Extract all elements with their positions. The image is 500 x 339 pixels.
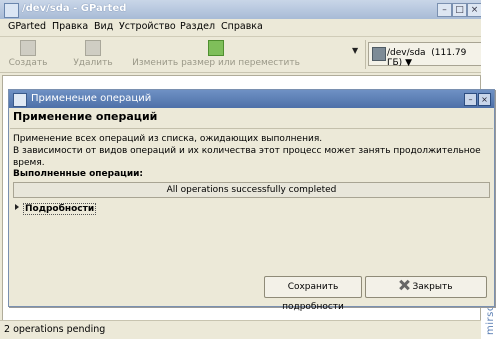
expander-arrow-icon (15, 204, 19, 210)
details-label: Подробности (23, 203, 97, 215)
dialog-titlebar[interactable]: Применение операций – × (9, 90, 494, 108)
new-partition-icon (20, 40, 36, 56)
hard-disk-icon (372, 47, 386, 61)
menu-device[interactable]: Устройство (119, 21, 176, 32)
operations-progress-bar: All operations successfully completed (13, 182, 490, 198)
statusbar: 2 operations pending (0, 320, 481, 339)
create-button[interactable]: Создать (8, 37, 48, 72)
device-dropdown-arrow: ▼ (405, 58, 412, 68)
dialog-description: Применение всех операций из списка, ожид… (13, 133, 494, 169)
dialog-minimize-button[interactable]: – (464, 93, 477, 106)
close-x-icon (399, 280, 409, 290)
toolbar-overflow-arrow[interactable]: ▼ (352, 46, 358, 55)
window-title: /dev/sda - GParted (22, 3, 127, 14)
device-selector[interactable]: /dev/sda (111.79 ГБ) ▼ (368, 42, 483, 68)
menu-view[interactable]: Вид (94, 21, 113, 32)
menu-help[interactable]: Справка (221, 21, 263, 32)
resize-move-button[interactable]: Изменить размер или переместить (130, 37, 302, 72)
delete-button[interactable]: Удалить (68, 37, 118, 72)
dialog-close-button[interactable]: × (478, 93, 491, 106)
menu-partition[interactable]: Раздел (180, 21, 215, 32)
delete-icon (85, 40, 101, 56)
dialog-app-icon (13, 93, 27, 107)
close-button[interactable]: × (467, 3, 482, 17)
toolbar-separator (365, 40, 366, 69)
close-dialog-button[interactable]: Закрыть (365, 276, 487, 298)
dialog-title: Применение операций (31, 93, 152, 104)
maximize-button[interactable]: □ (452, 3, 467, 17)
create-label: Создать (8, 58, 48, 68)
menu-gparted[interactable]: GParted (8, 21, 46, 32)
device-name: /dev/sda (387, 48, 426, 58)
completed-operations-label: Выполненные операции: (13, 169, 144, 179)
heading-divider (10, 128, 493, 129)
status-text: 2 operations pending (4, 324, 106, 335)
dialog-heading: Применение операций (13, 110, 158, 123)
apply-operations-dialog: Применение операций – × Применение опера… (8, 89, 495, 312)
minimize-button[interactable]: – (437, 3, 452, 17)
resize-arrow-icon (208, 40, 224, 56)
device-label: /dev/sda (111.79 ГБ) ▼ (387, 48, 482, 68)
delete-label: Удалить (73, 58, 113, 68)
resize-label: Изменить размер или переместить (132, 58, 300, 68)
save-details-button[interactable]: Сохранить подробности (264, 276, 362, 312)
description-line-1: Применение всех операций из списка, ожид… (13, 134, 323, 144)
window-titlebar[interactable]: /dev/sda - GParted – □ × (0, 0, 482, 20)
app-icon (4, 3, 19, 18)
menu-edit[interactable]: Правка (52, 21, 88, 32)
close-dialog-label: Закрыть (412, 282, 453, 292)
progress-text: All operations successfully completed (166, 185, 337, 195)
menubar: GParted Правка Вид Устройство Раздел Спр… (0, 19, 481, 37)
description-line-2: В зависимости от видов операций и их кол… (13, 146, 481, 168)
save-details-label: Сохранить подробности (282, 282, 344, 312)
